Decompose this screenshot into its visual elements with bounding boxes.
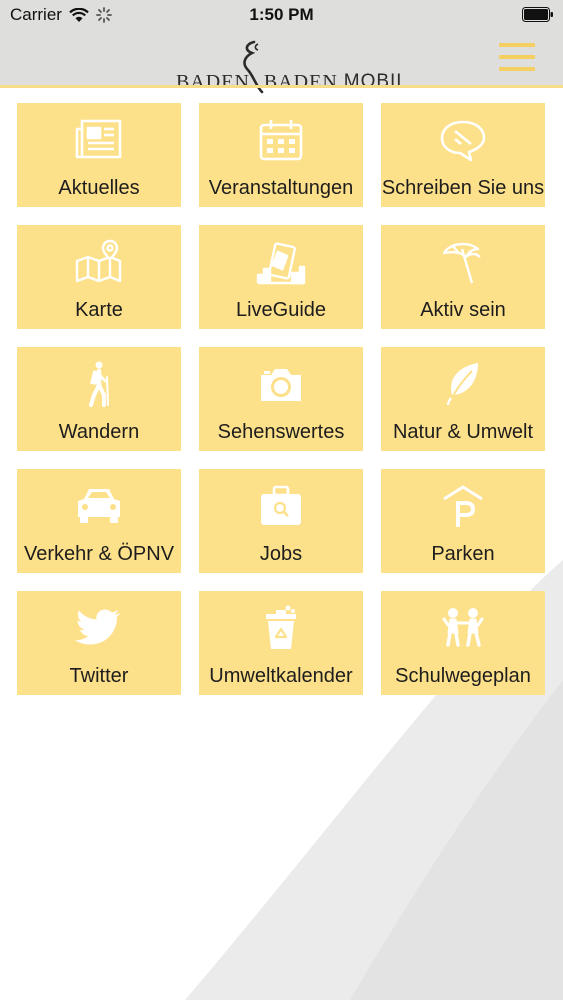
tile-jobs[interactable]: Jobs <box>199 469 363 573</box>
tile-label: Aktiv sein <box>420 299 506 321</box>
hiker-icon <box>74 361 124 407</box>
tile-label: Sehenswertes <box>217 421 345 443</box>
tile-label: Jobs <box>259 543 303 565</box>
tile-sehenswertes[interactable]: Sehenswertes <box>199 347 363 451</box>
tile-label: Umweltkalender <box>209 665 353 687</box>
tile-liveguide[interactable]: LiveGuide <box>199 225 363 329</box>
tile-twitter[interactable]: Twitter <box>17 591 181 695</box>
tile-karte[interactable]: Karte <box>17 225 181 329</box>
tile-aktuelles[interactable]: Aktuelles <box>17 103 181 207</box>
tile-label: Veranstaltungen <box>208 177 354 199</box>
camera-icon <box>256 361 306 407</box>
tile-veranstaltungen[interactable]: Veranstaltungen <box>199 103 363 207</box>
status-bar: Carrier 1:50 PM <box>0 0 563 30</box>
logo-text-right: BADEN <box>263 71 338 93</box>
recycle-bin-icon <box>256 605 306 651</box>
menu-bar-icon <box>499 43 535 47</box>
tile-schreiben-sie-uns[interactable]: Schreiben Sie uns <box>381 103 545 207</box>
car-icon <box>74 483 124 529</box>
leaf-icon <box>438 361 488 407</box>
tile-label: Verkehr & ÖPNV <box>23 543 175 565</box>
tile-label: LiveGuide <box>235 299 327 321</box>
briefcase-icon <box>256 483 306 529</box>
status-time: 1:50 PM <box>249 5 314 24</box>
logo-text-left: BADEN <box>176 71 250 93</box>
tile-label: Schreiben Sie uns <box>381 177 545 199</box>
tile-label: Twitter <box>69 665 129 687</box>
logo-suffix: MOBIL <box>343 71 408 92</box>
calendar-icon <box>256 117 306 163</box>
menu-bar-icon <box>499 67 535 71</box>
parking-icon <box>438 483 488 529</box>
tile-natur-umwelt[interactable]: Natur & Umwelt <box>381 347 545 451</box>
tile-wandern[interactable]: Wandern <box>17 347 181 451</box>
tile-label: Parken <box>431 543 495 565</box>
tile-grid: Aktuelles Veranstaltungen Schreiben Sie … <box>17 103 545 695</box>
app-header: BADEN BADEN MOBIL <box>0 30 563 94</box>
twitter-bird-icon <box>74 605 124 651</box>
parasol-icon <box>438 239 488 285</box>
battery-icon <box>522 7 553 22</box>
header-divider <box>0 85 563 88</box>
children-icon <box>438 605 488 651</box>
tile-parken[interactable]: Parken <box>381 469 545 573</box>
tile-verkehr-oepnv[interactable]: Verkehr & ÖPNV <box>17 469 181 573</box>
map-icon <box>74 239 124 285</box>
live-guide-icon <box>256 239 306 285</box>
tile-label: Natur & Umwelt <box>392 421 534 443</box>
chat-bubble-icon <box>438 117 488 163</box>
tile-label: Wandern <box>58 421 140 443</box>
tile-umweltkalender[interactable]: Umweltkalender <box>199 591 363 695</box>
hamburger-menu-button[interactable] <box>499 43 535 71</box>
tile-label: Karte <box>75 299 123 321</box>
tile-schulwegeplan[interactable]: Schulwegeplan <box>381 591 545 695</box>
tile-label: Schulwegeplan <box>395 665 531 687</box>
tile-aktiv-sein[interactable]: Aktiv sein <box>381 225 545 329</box>
newspaper-icon <box>74 117 124 163</box>
menu-bar-icon <box>499 55 535 59</box>
tile-label: Aktuelles <box>58 177 140 199</box>
